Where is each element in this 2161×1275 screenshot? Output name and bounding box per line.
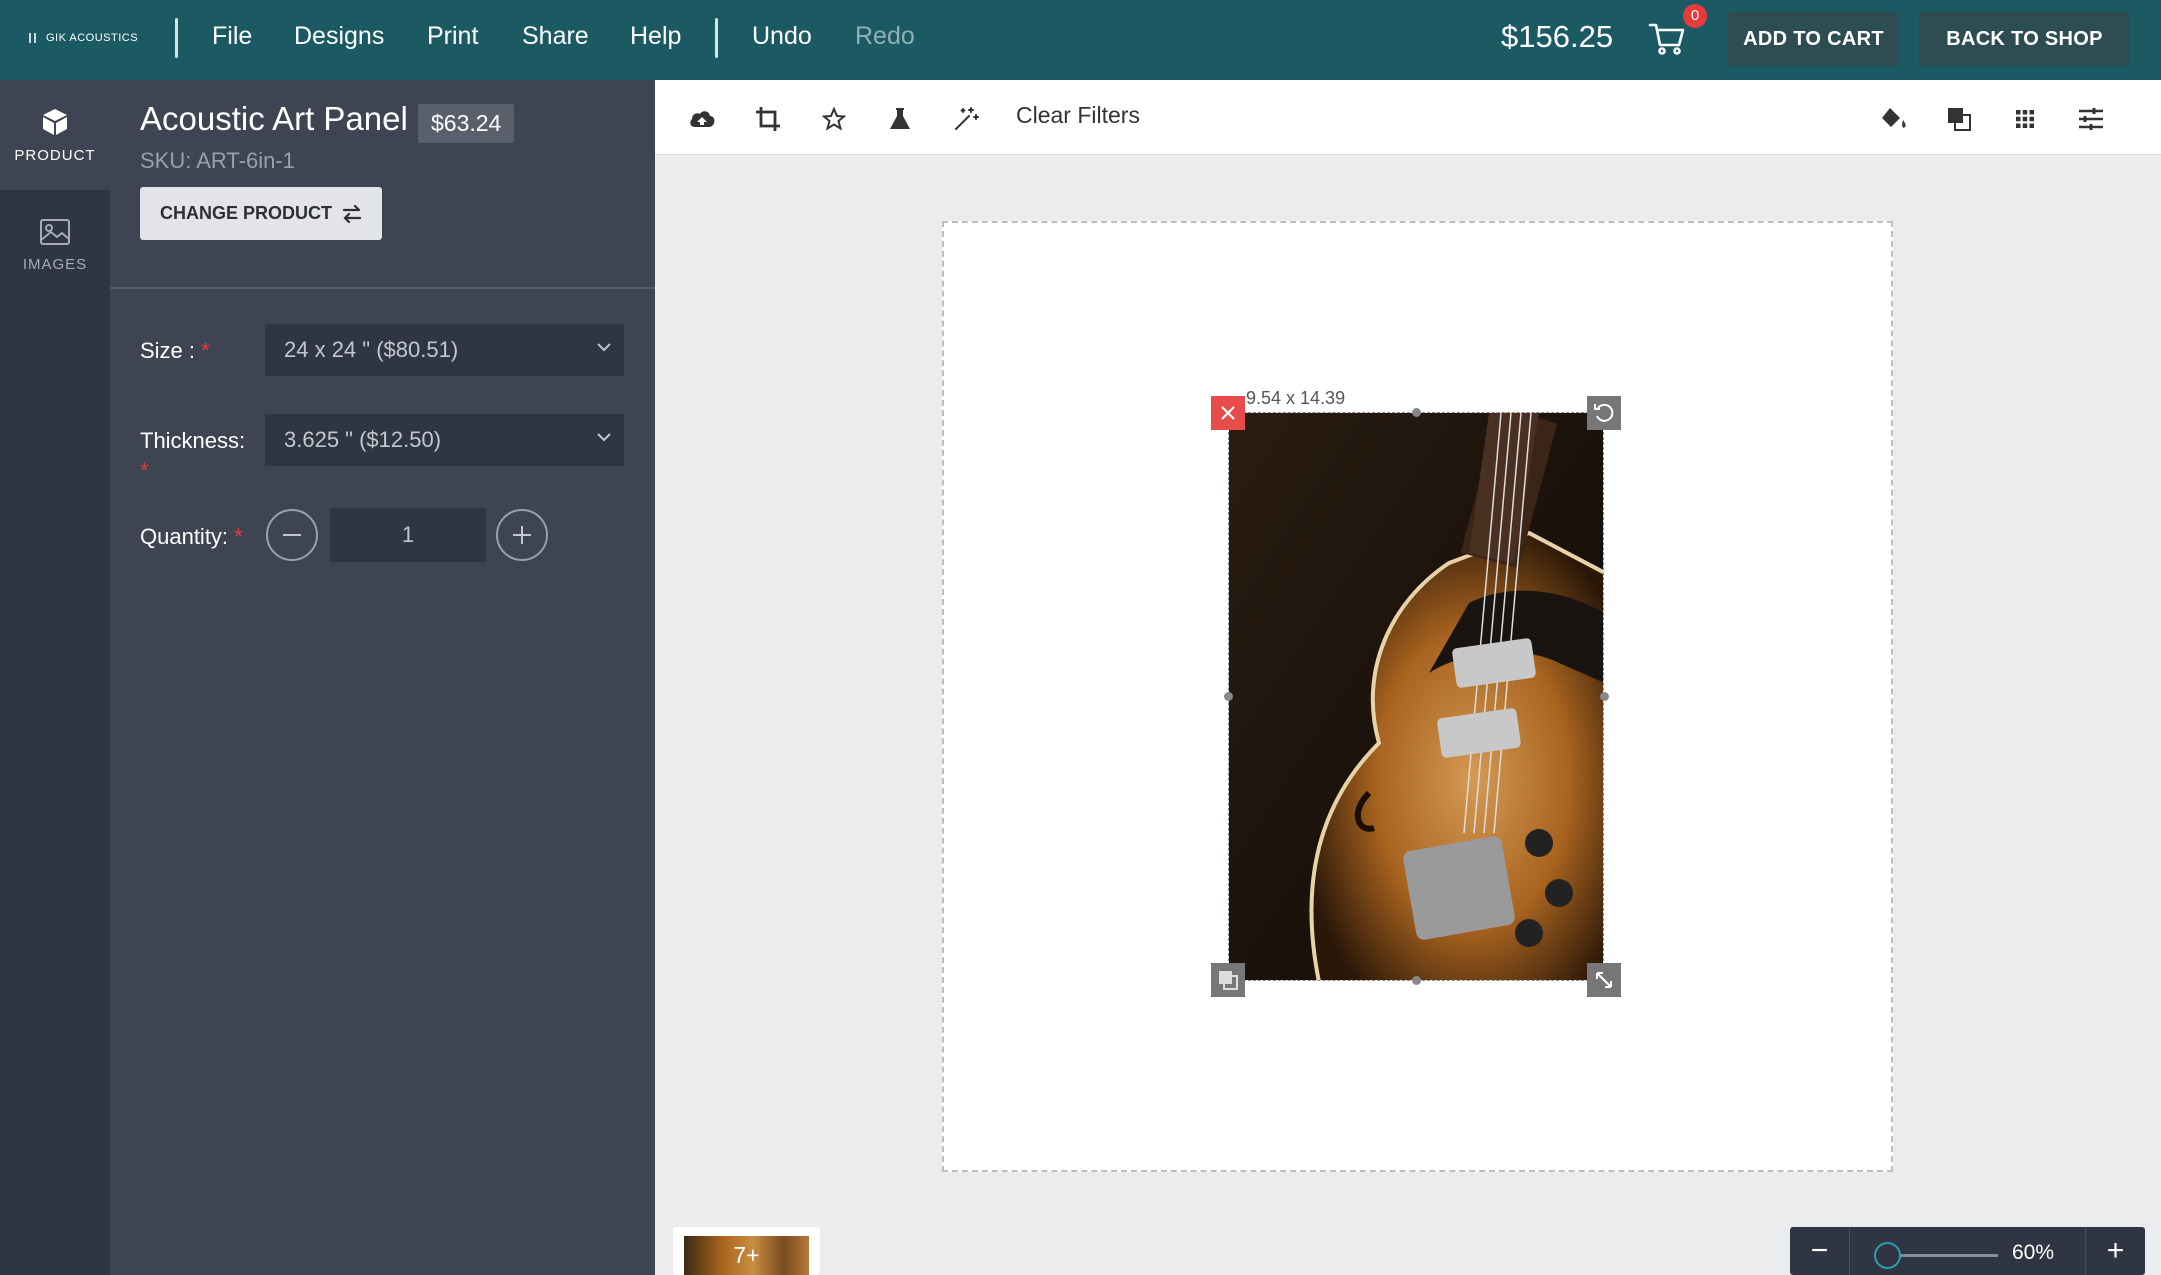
logo-mark-icon — [29, 33, 36, 43]
menu-share[interactable]: Share — [522, 22, 589, 51]
box-icon — [43, 108, 67, 135]
resize-handle[interactable] — [1224, 692, 1233, 701]
rotate-icon — [1594, 403, 1614, 422]
thickness-label-text: Thickness: — [140, 428, 246, 453]
fill-color-button[interactable] — [1877, 102, 1911, 136]
rotate-image-button[interactable] — [1587, 396, 1621, 430]
menu-divider — [175, 18, 178, 58]
product-title: Acoustic Art Panel — [140, 100, 408, 137]
favorite-button[interactable] — [817, 102, 851, 136]
upload-icon — [690, 111, 715, 127]
rail-tab-images[interactable]: IMAGES — [0, 190, 110, 300]
grid-button[interactable] — [2008, 102, 2042, 136]
menu-designs[interactable]: Designs — [294, 22, 384, 51]
filters-button[interactable] — [883, 102, 917, 136]
editor-toolbar: Clear Filters — [655, 80, 2161, 155]
add-to-cart-button[interactable]: ADD TO CART — [1728, 12, 1899, 66]
image-icon — [40, 218, 70, 245]
chevron-down-icon — [597, 433, 611, 442]
brand-logo[interactable]: GIK ACOUSTICS — [28, 28, 153, 48]
resize-handle[interactable] — [1412, 408, 1421, 417]
menu-print[interactable]: Print — [427, 22, 478, 51]
product-panel: Acoustic Art Panel $63.24 SKU: ART-6in-1… — [110, 80, 655, 1275]
change-product-button[interactable]: CHANGE PRODUCT — [140, 187, 382, 240]
rail-tab-product[interactable]: PRODUCT — [0, 80, 110, 190]
thickness-label: Thickness: — [140, 428, 245, 454]
zoom-in-button[interactable]: + — [2085, 1227, 2145, 1275]
cart-count-badge: 0 — [1683, 4, 1707, 28]
layer-icon — [1219, 971, 1238, 990]
quantity-label-text: Quantity: — [140, 524, 229, 549]
resize-diagonal-icon — [1596, 972, 1612, 988]
product-price-badge: $63.24 — [418, 104, 515, 143]
menu-divider — [715, 18, 718, 58]
magic-wand-icon — [955, 107, 979, 130]
minus-icon — [283, 534, 301, 536]
star-icon — [822, 107, 846, 131]
change-product-label: CHANGE PRODUCT — [159, 203, 332, 223]
flask-icon — [890, 108, 910, 129]
fill-color-icon — [1882, 108, 1906, 128]
close-icon — [1221, 406, 1235, 420]
image-layer-button[interactable] — [1211, 963, 1245, 997]
sliders-icon — [2079, 108, 2103, 130]
cart-total: $156.25 — [1501, 19, 1614, 54]
redo-button[interactable]: Redo — [855, 22, 915, 51]
top-bar: GIK ACOUSTICS File Designs Print Share H… — [0, 0, 2161, 80]
required-mark: * — [234, 524, 243, 549]
quantity-label: Quantity: * — [140, 524, 243, 550]
scale-image-button[interactable] — [1587, 963, 1621, 997]
plus-icon — [513, 526, 531, 544]
rail-tab-images-label: IMAGES — [22, 255, 88, 273]
panel-divider — [110, 287, 655, 289]
image-tray-thumbnail[interactable]: 7+ — [684, 1236, 809, 1275]
thickness-select-value: 3.625 " ($12.50) — [284, 427, 442, 452]
clear-filters-button[interactable]: Clear Filters — [1016, 102, 1140, 129]
adjustments-button[interactable] — [2074, 102, 2108, 136]
layer-order-button[interactable] — [1942, 102, 1976, 136]
zoom-slider-handle[interactable] — [1874, 1242, 1901, 1269]
resize-handle[interactable] — [1600, 692, 1609, 701]
resize-handle[interactable] — [1412, 976, 1421, 985]
product-sku: SKU: ART-6in-1 — [140, 148, 295, 173]
undo-button[interactable]: Undo — [752, 22, 812, 51]
auto-enhance-button[interactable] — [949, 102, 983, 136]
menu-help[interactable]: Help — [630, 22, 681, 51]
size-select-value: 24 x 24 " ($80.51) — [284, 337, 459, 362]
quantity-increase-button[interactable] — [496, 509, 548, 561]
swap-icon — [342, 204, 362, 223]
upload-button[interactable] — [685, 102, 719, 136]
size-label: Size : * — [140, 338, 210, 364]
rail-tab-product-label: PRODUCT — [14, 146, 96, 164]
required-mark: * — [140, 458, 149, 483]
size-select[interactable]: 24 x 24 " ($80.51) — [265, 324, 624, 376]
guitar-photo — [1229, 413, 1603, 980]
logo-text: GIK ACOUSTICS — [46, 32, 139, 44]
delete-image-button[interactable] — [1211, 396, 1245, 430]
quantity-decrease-button[interactable] — [266, 509, 318, 561]
chevron-down-icon — [597, 343, 611, 352]
image-dimensions-label: 9.54 x 14.39 — [1246, 388, 1346, 408]
quantity-input[interactable] — [330, 508, 486, 562]
size-label-text: Size : — [140, 338, 196, 363]
grid-icon — [2016, 110, 2034, 128]
menu-file[interactable]: File — [212, 22, 252, 51]
crop-button[interactable] — [751, 102, 785, 136]
cart-icon[interactable] — [1647, 18, 1687, 58]
layer-icon — [1948, 108, 1971, 131]
thickness-select[interactable]: 3.625 " ($12.50) — [265, 414, 624, 466]
crop-icon — [756, 107, 780, 131]
side-rail: PRODUCT IMAGES — [0, 80, 110, 1275]
zoom-out-button[interactable]: − — [1790, 1227, 1850, 1275]
canvas-image[interactable] — [1228, 412, 1604, 981]
zoom-level: 60% — [2012, 1241, 2055, 1264]
required-mark: * — [201, 338, 210, 363]
zoom-control: − 60% + — [1790, 1227, 2145, 1275]
back-to-shop-button[interactable]: BACK TO SHOP — [1919, 12, 2130, 66]
